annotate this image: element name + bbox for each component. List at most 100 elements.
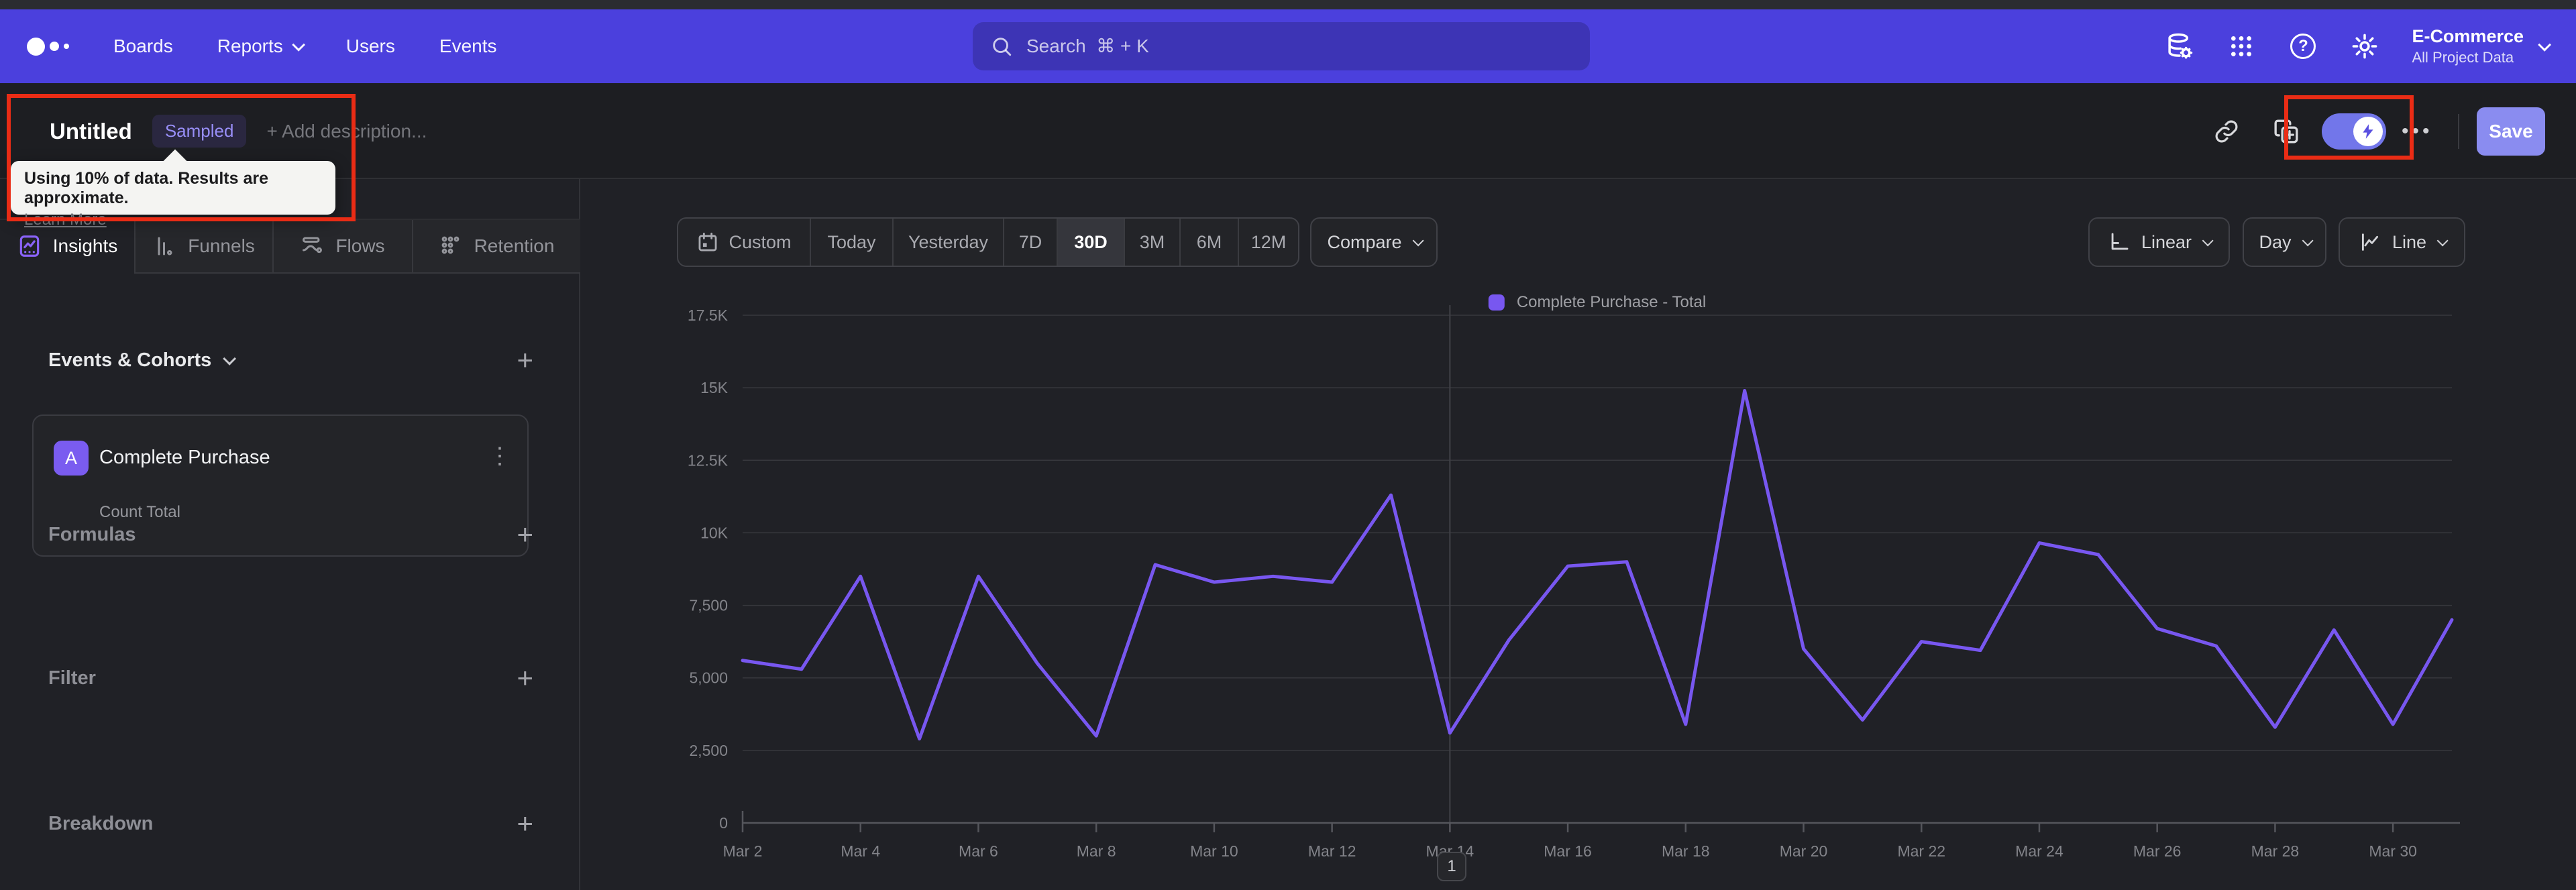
settings-gear-icon[interactable] [2350,32,2379,61]
query-sidebar: Insights Funnels Flows Retention Events … [0,179,580,890]
nav-item-boards[interactable]: Boards [113,36,173,57]
line-chart-icon [2361,233,2379,251]
chart-type-dropdown[interactable]: Line [2339,217,2465,267]
top-nav: Boards Reports Users Events ? E [0,9,2576,83]
x-axis-tick-label: Mar 2 [723,842,763,860]
filter-header: Filter [48,667,96,689]
funnels-icon [158,237,172,256]
flows-icon [303,237,323,254]
copy-link-button[interactable] [2214,83,2239,179]
ellipsis-icon: ••• [2402,119,2433,142]
window-top-strip [0,0,2576,9]
tab-retention[interactable]: Retention [412,220,580,274]
breakdown-header: Breakdown [48,812,154,834]
y-axis-tick-label: 2,500 [689,742,728,759]
nav-item-reports[interactable]: Reports [217,36,305,57]
add-description[interactable]: + Add description... [266,121,427,142]
interval-dropdown[interactable]: Day [2243,217,2326,267]
tooltip-text: Using 10% of data. Results are approxima… [24,169,269,207]
series-line[interactable] [741,388,2454,741]
report-title[interactable]: Untitled [50,119,132,144]
y-axis-tick-label: 7,500 [689,597,728,614]
link-icon [2215,120,2238,142]
x-axis-tick-label: Mar 4 [841,842,880,860]
app-window: Boards Reports Users Events ? E [0,0,2576,890]
events-cohorts-header[interactable]: Events & Cohorts [48,349,237,372]
chevron-down-icon [1412,235,1424,247]
y-axis-tick-label: 10K [700,524,729,541]
range-6m[interactable]: 6M [1179,219,1238,266]
retention-icon [441,236,459,254]
add-to-board-button[interactable] [2273,83,2300,179]
date-range-selector: Custom Today Yesterday 7D 30D 3M 6M 12M [677,217,1299,267]
x-axis-tick-label: Mar 30 [2369,842,2417,860]
scale-dropdown[interactable]: Linear [2088,217,2230,267]
add-event-button[interactable]: + [517,346,533,374]
x-axis-tick-label: Mar 8 [1077,842,1116,860]
add-filter-button[interactable]: + [517,664,533,692]
calendar-icon [699,232,717,252]
help-icon[interactable]: ? [2288,32,2318,61]
search-input[interactable] [1026,36,1572,57]
x-axis-tick-label: Mar 22 [1897,842,1945,860]
y-axis-tick-label: 15K [700,379,729,396]
more-options-button[interactable]: ••• [2402,83,2433,179]
event-letter-badge: A [54,441,89,476]
chevron-down-icon [2202,235,2214,247]
project-name: E-Commerce [2412,26,2524,47]
nav-item-users[interactable]: Users [346,36,395,57]
lightning-bolt-icon [2363,124,2373,139]
x-axis-tick-label: Mar 12 [1308,842,1356,860]
x-axis-tick-label: Mar 6 [959,842,998,860]
linear-axis-icon [2111,233,2129,250]
y-axis-tick-label: 17.5K [688,307,729,324]
range-custom[interactable]: Custom [678,219,810,266]
project-switcher[interactable]: E-Commerce All Project Data [2412,25,2552,66]
apps-grid-icon[interactable] [2226,32,2256,61]
y-axis-tick-label: 0 [719,814,728,832]
x-axis-tick-label: Mar 10 [1190,842,1238,860]
learn-more-link[interactable]: Learn More [24,211,107,229]
sampled-badge[interactable]: Sampled [152,115,247,148]
event-name: Complete Purchase [99,447,270,468]
sampling-tooltip: Using 10% of data. Results are approxima… [11,161,335,229]
insights-icon [19,235,39,257]
search-bar[interactable] [973,22,1590,70]
pagination-page-1[interactable]: 1 [1437,852,1466,881]
event-options-kebab[interactable]: ⋮ [488,443,511,469]
range-12m[interactable]: 12M [1238,219,1298,266]
range-3m[interactable]: 3M [1124,219,1179,266]
toggle-knob [2353,117,2383,146]
report-header: Untitled Sampled + Add description... ••… [0,83,2576,179]
range-30d[interactable]: 30D [1057,219,1124,266]
save-button[interactable]: Save [2477,107,2545,156]
x-axis-tick-label: Mar 26 [2133,842,2182,860]
chevron-down-icon [2302,235,2314,247]
x-axis-tick-label: Mar 24 [2015,842,2063,860]
y-axis-tick-label: 5,000 [689,669,728,687]
x-axis-tick-label: Mar 28 [2251,842,2300,860]
add-breakdown-button[interactable]: + [517,810,533,838]
range-7d[interactable]: 7D [1003,219,1057,266]
nav-item-events[interactable]: Events [439,36,497,57]
filter-row: Filter + [48,661,533,695]
mixpanel-logo[interactable] [27,37,69,56]
chevron-down-icon [2436,235,2449,247]
chevron-down-icon [291,38,305,52]
chevron-down-icon [2538,38,2552,52]
line-chart[interactable]: 0 2,500 5,000 7,500 10K 12.5K 15K 17.5K Mar 2 Mar… [684,288,2536,890]
data-management-icon[interactable] [2165,32,2194,61]
sampling-toggle[interactable] [2322,113,2386,150]
add-to-board-icon [2274,119,2298,143]
formulas-row: Formulas + [48,518,533,551]
y-axis-tick-label: 12.5K [688,451,729,469]
x-axis-tick-label: Mar 18 [1662,842,1710,860]
x-axis-tick-label: Mar 20 [1780,842,1828,860]
x-axis-tick-label: Mar 16 [1544,842,1592,860]
add-formula-button[interactable]: + [517,520,533,549]
range-today[interactable]: Today [810,219,892,266]
compare-button[interactable]: Compare [1310,217,1438,267]
formulas-header: Formulas [48,523,136,545]
range-yesterday[interactable]: Yesterday [892,219,1003,266]
events-cohorts-header-row: Events & Cohorts + [48,343,533,377]
